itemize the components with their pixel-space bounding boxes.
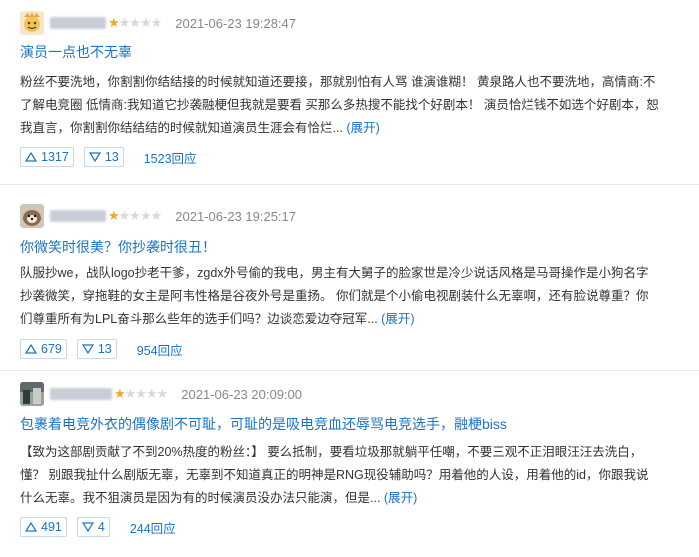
user-avatar[interactable]: [20, 204, 44, 228]
upvote-button[interactable]: 679: [20, 339, 67, 359]
review-actions: 679 13 954回应: [20, 339, 183, 359]
user-avatar[interactable]: [20, 11, 44, 35]
review-text: 【致为这部剧贡献了不到20%热度的粉丝：】 要么抵制，要看垃圾那就躺平任嘲，不要…: [20, 445, 649, 505]
expand-link[interactable]: (展开): [381, 312, 414, 326]
review-item: ★★★★★ 2021-06-23 20:09:00 包裹着电竞外衣的偶像剧不可耻…: [0, 371, 699, 557]
review-text: 粉丝不要洗地，你割割你结结接的时候就知道还要接，那就别怕有人骂 谁演谁糊！ 黄泉…: [20, 75, 659, 135]
triangle-up-icon: [25, 344, 37, 354]
downvote-count: 13: [104, 150, 119, 164]
review-time: 2021-06-23 19:25:17: [175, 208, 296, 224]
review-content: 队服抄we，战队logo抄老干爹，zgdx外号偷的我电，男主有大舅子的脸家世是冷…: [20, 262, 660, 331]
triangle-down-icon: [81, 522, 94, 532]
review-actions: 1317 13 1523回应: [20, 147, 197, 167]
upvote-count: 679: [41, 342, 62, 356]
upvote-count: 1317: [41, 150, 69, 164]
review-title[interactable]: 你微笑时很美？你抄袭时很丑！: [20, 237, 216, 257]
reply-link[interactable]: 244回应: [130, 518, 176, 537]
downvote-button[interactable]: 4: [76, 517, 110, 537]
downvote-count: 4: [97, 520, 105, 534]
review-header: ★★★★★ 2021-06-23 20:09:00: [20, 381, 302, 407]
review-title[interactable]: 包裹着电竞外衣的偶像剧不可耻，可耻的是吸电竞血还辱骂电竞选手，融梗biss: [20, 414, 507, 434]
review-time: 2021-06-23 19:28:47: [175, 15, 296, 31]
review-item: ★★★★★ 2021-06-23 19:25:17 你微笑时很美？你抄袭时很丑！…: [0, 185, 699, 371]
upvote-button[interactable]: 491: [20, 517, 67, 537]
review-time: 2021-06-23 20:09:00: [181, 386, 302, 402]
upvote-button[interactable]: 1317: [20, 147, 74, 167]
review-content: 【致为这部剧贡献了不到20%热度的粉丝：】 要么抵制，要看垃圾那就躺平任嘲，不要…: [20, 441, 660, 510]
user-avatar[interactable]: [20, 382, 44, 406]
triangle-up-icon: [25, 522, 37, 532]
rating-stars: ★★★★★: [108, 208, 162, 223]
username-blurred[interactable]: [50, 388, 112, 400]
triangle-up-icon: [25, 152, 37, 162]
review-item: ★★★★★ 2021-06-23 19:28:47 演员一点也不无辜 粉丝不要洗…: [0, 0, 699, 185]
triangle-down-icon: [88, 152, 101, 162]
review-header: ★★★★★ 2021-06-23 19:28:47: [20, 10, 296, 36]
reply-link[interactable]: 954回应: [137, 340, 183, 359]
review-content: 粉丝不要洗地，你割割你结结接的时候就知道还要接，那就别怕有人骂 谁演谁糊！ 黄泉…: [20, 71, 660, 140]
review-text: 队服抄we，战队logo抄老干爹，zgdx外号偷的我电，男主有大舅子的脸家世是冷…: [20, 266, 649, 326]
downvote-button[interactable]: 13: [76, 339, 117, 359]
review-header: ★★★★★ 2021-06-23 19:25:17: [20, 203, 296, 229]
downvote-count: 13: [97, 342, 112, 356]
rating-stars: ★★★★★: [114, 386, 168, 401]
downvote-button[interactable]: 13: [83, 147, 124, 167]
rating-stars: ★★★★★: [108, 15, 162, 30]
triangle-down-icon: [81, 344, 94, 354]
upvote-count: 491: [41, 520, 62, 534]
expand-link[interactable]: (展开): [384, 491, 417, 505]
username-blurred[interactable]: [50, 210, 106, 222]
expand-link[interactable]: (展开): [346, 121, 379, 135]
username-blurred[interactable]: [50, 17, 106, 29]
reply-link[interactable]: 1523回应: [144, 148, 197, 167]
review-title[interactable]: 演员一点也不无辜: [20, 42, 132, 62]
review-actions: 491 4 244回应: [20, 517, 176, 537]
